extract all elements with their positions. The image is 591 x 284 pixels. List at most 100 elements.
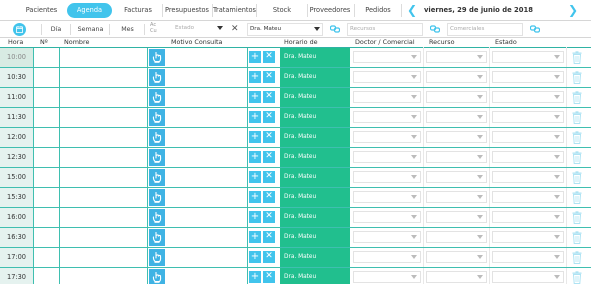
name-cell[interactable] bbox=[60, 48, 148, 67]
doctor-select[interactable] bbox=[353, 111, 421, 123]
doctor-select[interactable] bbox=[353, 71, 421, 83]
recursos-filter[interactable]: Recursos bbox=[347, 23, 423, 36]
number-cell[interactable] bbox=[34, 128, 60, 147]
close-icon[interactable]: ✕ bbox=[231, 24, 239, 34]
doctor-select[interactable] bbox=[353, 251, 421, 263]
motivo-cell[interactable] bbox=[148, 88, 248, 107]
hand-pointer-icon[interactable] bbox=[149, 149, 165, 166]
add-appointment-button[interactable]: + bbox=[249, 51, 261, 63]
estado-select[interactable] bbox=[492, 191, 564, 203]
number-cell[interactable] bbox=[34, 188, 60, 207]
add-appointment-button[interactable]: + bbox=[249, 71, 261, 83]
tab-proveedores[interactable]: Proveedores bbox=[308, 3, 352, 18]
doctor-select[interactable] bbox=[353, 231, 421, 243]
trash-icon[interactable] bbox=[572, 191, 582, 204]
number-cell[interactable] bbox=[34, 268, 60, 284]
trash-icon[interactable] bbox=[572, 231, 582, 244]
hand-pointer-icon[interactable] bbox=[149, 249, 165, 266]
estado-select[interactable] bbox=[492, 91, 564, 103]
name-cell[interactable] bbox=[60, 68, 148, 87]
tab-stock[interactable]: Stock bbox=[258, 3, 306, 18]
name-cell[interactable] bbox=[60, 228, 148, 247]
recurso-select[interactable] bbox=[426, 71, 487, 83]
trash-icon[interactable] bbox=[572, 271, 582, 284]
motivo-cell[interactable] bbox=[148, 228, 248, 247]
doctor-select[interactable] bbox=[353, 51, 421, 63]
number-cell[interactable] bbox=[34, 108, 60, 127]
add-appointment-button[interactable]: + bbox=[249, 131, 261, 143]
motivo-cell[interactable] bbox=[148, 48, 248, 67]
motivo-cell[interactable] bbox=[148, 268, 248, 284]
hand-pointer-icon[interactable] bbox=[149, 69, 165, 86]
recurso-select[interactable] bbox=[426, 51, 487, 63]
hand-pointer-icon[interactable] bbox=[149, 129, 165, 146]
remove-slot-button[interactable]: ✕ bbox=[263, 251, 275, 263]
hand-pointer-icon[interactable] bbox=[149, 209, 165, 226]
tab-pedidos[interactable]: Pedidos bbox=[356, 3, 400, 18]
number-cell[interactable] bbox=[34, 208, 60, 227]
recurso-select[interactable] bbox=[426, 191, 487, 203]
add-appointment-button[interactable]: + bbox=[249, 191, 261, 203]
estado-select[interactable] bbox=[492, 51, 564, 63]
recurso-select[interactable] bbox=[426, 231, 487, 243]
add-appointment-button[interactable]: + bbox=[249, 211, 261, 223]
doctor-select[interactable] bbox=[353, 191, 421, 203]
number-cell[interactable] bbox=[34, 88, 60, 107]
remove-slot-button[interactable]: ✕ bbox=[263, 271, 275, 283]
trash-icon[interactable] bbox=[572, 51, 582, 64]
trash-icon[interactable] bbox=[572, 211, 582, 224]
name-cell[interactable] bbox=[60, 268, 148, 284]
estado-select[interactable] bbox=[492, 171, 564, 183]
name-cell[interactable] bbox=[60, 208, 148, 227]
remove-slot-button[interactable]: ✕ bbox=[263, 71, 275, 83]
trash-icon[interactable] bbox=[572, 71, 582, 84]
name-cell[interactable] bbox=[60, 108, 148, 127]
estado-select[interactable] bbox=[492, 271, 564, 283]
tab-pacientes[interactable]: Pacientes bbox=[19, 3, 64, 18]
hand-pointer-icon[interactable] bbox=[149, 49, 165, 66]
doctor-select[interactable] bbox=[353, 211, 421, 223]
estado-select[interactable] bbox=[492, 131, 564, 143]
hand-pointer-icon[interactable] bbox=[149, 189, 165, 206]
add-appointment-button[interactable]: + bbox=[249, 111, 261, 123]
estado-select[interactable] bbox=[492, 231, 564, 243]
motivo-cell[interactable] bbox=[148, 128, 248, 147]
view-week-button[interactable]: Semana bbox=[72, 24, 110, 35]
tab-agenda[interactable]: Agenda bbox=[67, 3, 112, 18]
trash-icon[interactable] bbox=[572, 151, 582, 164]
name-cell[interactable] bbox=[60, 168, 148, 187]
trash-icon[interactable] bbox=[572, 251, 582, 264]
hand-pointer-icon[interactable] bbox=[149, 269, 165, 284]
name-cell[interactable] bbox=[60, 188, 148, 207]
hand-pointer-icon[interactable] bbox=[149, 169, 165, 186]
view-day-button[interactable]: Día bbox=[41, 24, 71, 35]
recurso-select[interactable] bbox=[426, 171, 487, 183]
doctor-select[interactable] bbox=[353, 171, 421, 183]
tab-presupuestos[interactable]: Presupuestos bbox=[163, 3, 211, 18]
add-appointment-button[interactable]: + bbox=[249, 91, 261, 103]
estado-select[interactable] bbox=[492, 151, 564, 163]
recurso-select[interactable] bbox=[426, 111, 487, 123]
chevron-left-icon[interactable]: ❮ bbox=[407, 2, 417, 18]
add-appointment-button[interactable]: + bbox=[249, 151, 261, 163]
tab-facturas[interactable]: Facturas bbox=[116, 3, 160, 18]
remove-slot-button[interactable]: ✕ bbox=[263, 131, 275, 143]
view-month-button[interactable]: Mes bbox=[111, 24, 145, 35]
estado-select[interactable] bbox=[492, 211, 564, 223]
link-icon[interactable] bbox=[430, 25, 440, 33]
name-cell[interactable] bbox=[60, 148, 148, 167]
name-cell[interactable] bbox=[60, 248, 148, 267]
name-cell[interactable] bbox=[60, 128, 148, 147]
motivo-cell[interactable] bbox=[148, 148, 248, 167]
estado-select[interactable] bbox=[492, 111, 564, 123]
motivo-cell[interactable] bbox=[148, 108, 248, 127]
name-cell[interactable] bbox=[60, 88, 148, 107]
remove-slot-button[interactable]: ✕ bbox=[263, 231, 275, 243]
number-cell[interactable] bbox=[34, 228, 60, 247]
doctor-select[interactable] bbox=[353, 91, 421, 103]
recurso-select[interactable] bbox=[426, 251, 487, 263]
recurso-select[interactable] bbox=[426, 151, 487, 163]
add-appointment-button[interactable]: + bbox=[249, 171, 261, 183]
recurso-select[interactable] bbox=[426, 91, 487, 103]
number-cell[interactable] bbox=[34, 148, 60, 167]
